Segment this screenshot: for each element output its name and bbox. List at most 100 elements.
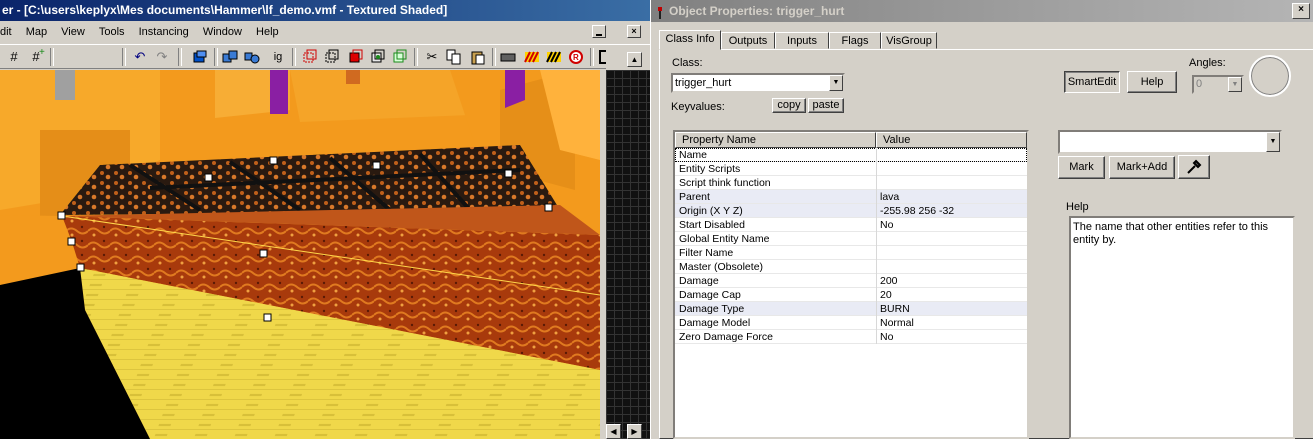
mark-button[interactable]: Mark	[1058, 156, 1105, 179]
ignore-group-label[interactable]: ig	[270, 49, 286, 65]
undo-icon[interactable]: ↶	[132, 49, 148, 65]
class-label: Class:	[672, 57, 703, 69]
paste-button[interactable]: paste	[808, 98, 844, 113]
column-property-name[interactable]: Property Name	[675, 132, 876, 148]
property-name-cell: Damage Cap	[679, 289, 741, 301]
close-icon[interactable]: ×	[1292, 3, 1310, 19]
toolbar-blank-1	[56, 49, 72, 65]
redo-icon[interactable]: ↷	[154, 49, 170, 65]
table-row[interactable]: Filter Name	[675, 246, 1027, 260]
property-value-cell: -255.98 256 -32	[880, 205, 955, 217]
copy-icon[interactable]	[446, 49, 462, 65]
svg-text:R: R	[573, 53, 579, 62]
menu-view[interactable]: View	[61, 23, 85, 41]
property-name-cell: Damage	[679, 275, 719, 287]
visgroup-add-icon[interactable]	[392, 49, 408, 65]
property-name-cell: Entity Scripts	[679, 163, 741, 175]
table-row[interactable]: Parent lava	[675, 190, 1027, 204]
menu-tools[interactable]: Tools	[99, 23, 125, 41]
column-value[interactable]: Value	[876, 132, 1027, 148]
hammer-app-icon	[655, 5, 665, 19]
property-value-cell: No	[880, 331, 894, 343]
table-row[interactable]: Global Entity Name	[675, 232, 1027, 246]
visgroup-icon[interactable]	[370, 49, 386, 65]
grid-toggle-icon[interactable]: # +	[28, 47, 44, 65]
property-value-cell: 20	[880, 289, 892, 301]
hide-icon[interactable]	[302, 49, 318, 65]
table-row[interactable]: Damage Model Normal	[675, 316, 1027, 330]
props-title-bar: Object Properties: trigger_hurt ×	[651, 0, 1313, 22]
table-row[interactable]: Damage Type BURN	[675, 302, 1027, 316]
ungroup-icon[interactable]	[244, 49, 260, 65]
help-text: The name that other entities refer to th…	[1073, 221, 1269, 246]
angle-wheel[interactable]	[1249, 55, 1291, 97]
viewport-2d-grid[interactable]	[606, 70, 650, 439]
show-icon[interactable]	[324, 49, 340, 65]
menu-window[interactable]: Window	[203, 23, 242, 41]
scroll-up-arrow-icon[interactable]: ▲	[627, 52, 642, 67]
scroll-right-arrow-icon[interactable]: ▶	[627, 424, 642, 439]
mdi-minimize-button[interactable]	[592, 25, 606, 38]
menu-edit[interactable]: dit	[0, 23, 12, 41]
help-button[interactable]: Help	[1127, 71, 1177, 93]
property-name-cell: Master (Obsolete)	[679, 261, 764, 273]
property-value-cell: lava	[880, 191, 900, 203]
mdi-close-button[interactable]: ×	[627, 25, 641, 38]
property-name-cell: Damage Type	[679, 303, 745, 315]
tab-flags[interactable]: Flags	[829, 32, 881, 49]
texture-icon[interactable]	[500, 49, 516, 65]
table-row[interactable]: Damage Cap 20	[675, 288, 1027, 302]
run-map-icon[interactable]: R	[568, 49, 584, 65]
table-row[interactable]: Entity Scripts	[675, 162, 1027, 176]
cut-icon[interactable]: ✂	[424, 49, 440, 65]
property-name-cell: Start Disabled	[679, 219, 745, 231]
tab-inputs[interactable]: Inputs	[775, 32, 829, 49]
scroll-down-arrow-icon[interactable]: ◀	[606, 424, 621, 439]
hammer-title-bar: er - [C:\users\keplyx\Mes documents\Hamm…	[0, 0, 650, 21]
property-value-cell: Normal	[880, 317, 914, 329]
viewport-3d-textured[interactable]	[0, 70, 600, 439]
grid-icon[interactable]: #	[6, 49, 22, 65]
eyedropper-icon	[1185, 159, 1203, 179]
table-row[interactable]: Start Disabled No	[675, 218, 1027, 232]
property-name-cell: Zero Damage Force	[679, 331, 773, 343]
table-row[interactable]: Origin (X Y Z) -255.98 256 -32	[675, 204, 1027, 218]
help-section-label: Help	[1066, 201, 1089, 213]
smartedit-button[interactable]: SmartEdit	[1064, 71, 1120, 93]
property-name-cell: Script think function	[679, 177, 771, 189]
chevron-down-icon[interactable]: ▼	[1266, 132, 1280, 152]
null-texture-icon[interactable]	[524, 49, 540, 65]
property-value-cell: 200	[880, 275, 898, 287]
table-row[interactable]: Zero Damage Force No	[675, 330, 1027, 344]
table-row[interactable]: Name	[675, 148, 1027, 162]
carve-icon[interactable]	[192, 49, 208, 65]
menu-map[interactable]: Map	[26, 23, 47, 41]
tab-outputs[interactable]: Outputs	[721, 32, 775, 49]
menu-instancing[interactable]: Instancing	[139, 23, 189, 41]
null-texture-selected-icon[interactable]	[546, 49, 562, 65]
value-editor-combo[interactable]: ▼	[1058, 130, 1282, 154]
tab-class-info[interactable]: Class Info	[659, 30, 721, 50]
class-select-value: trigger_hurt	[675, 77, 732, 89]
hide-unselected-icon[interactable]	[348, 49, 364, 65]
angles-label: Angles:	[1189, 57, 1226, 69]
group-icon[interactable]	[222, 49, 238, 65]
table-row[interactable]: Script think function	[675, 176, 1027, 190]
hammer-toolbar: # # + ↶ ↷ ig ✂ R	[0, 44, 650, 69]
property-name-cell: Parent	[679, 191, 710, 203]
class-select[interactable]: trigger_hurt ▼	[671, 73, 845, 93]
keyvalues-header: Property Name Value	[675, 132, 1027, 148]
menu-help[interactable]: Help	[256, 23, 279, 41]
paste-icon[interactable]	[470, 49, 486, 65]
table-row[interactable]: Damage 200	[675, 274, 1027, 288]
eyedropper-button[interactable]	[1178, 155, 1210, 179]
props-title-text: Object Properties: trigger_hurt	[669, 4, 845, 18]
keyvalues-table[interactable]: Property Name Value Name Entity Scripts Sc…	[673, 130, 1029, 439]
hammer-menu-bar: dit Map View Tools Instancing Window Hel…	[0, 23, 290, 41]
copy-button[interactable]: copy	[772, 98, 806, 113]
chevron-down-icon[interactable]: ▼	[829, 75, 843, 91]
mark-add-button[interactable]: Mark+Add	[1109, 156, 1175, 179]
tab-visgroup[interactable]: VisGroup	[881, 32, 937, 49]
table-row[interactable]: Master (Obsolete)	[675, 260, 1027, 274]
angles-value: 0	[1196, 78, 1203, 90]
